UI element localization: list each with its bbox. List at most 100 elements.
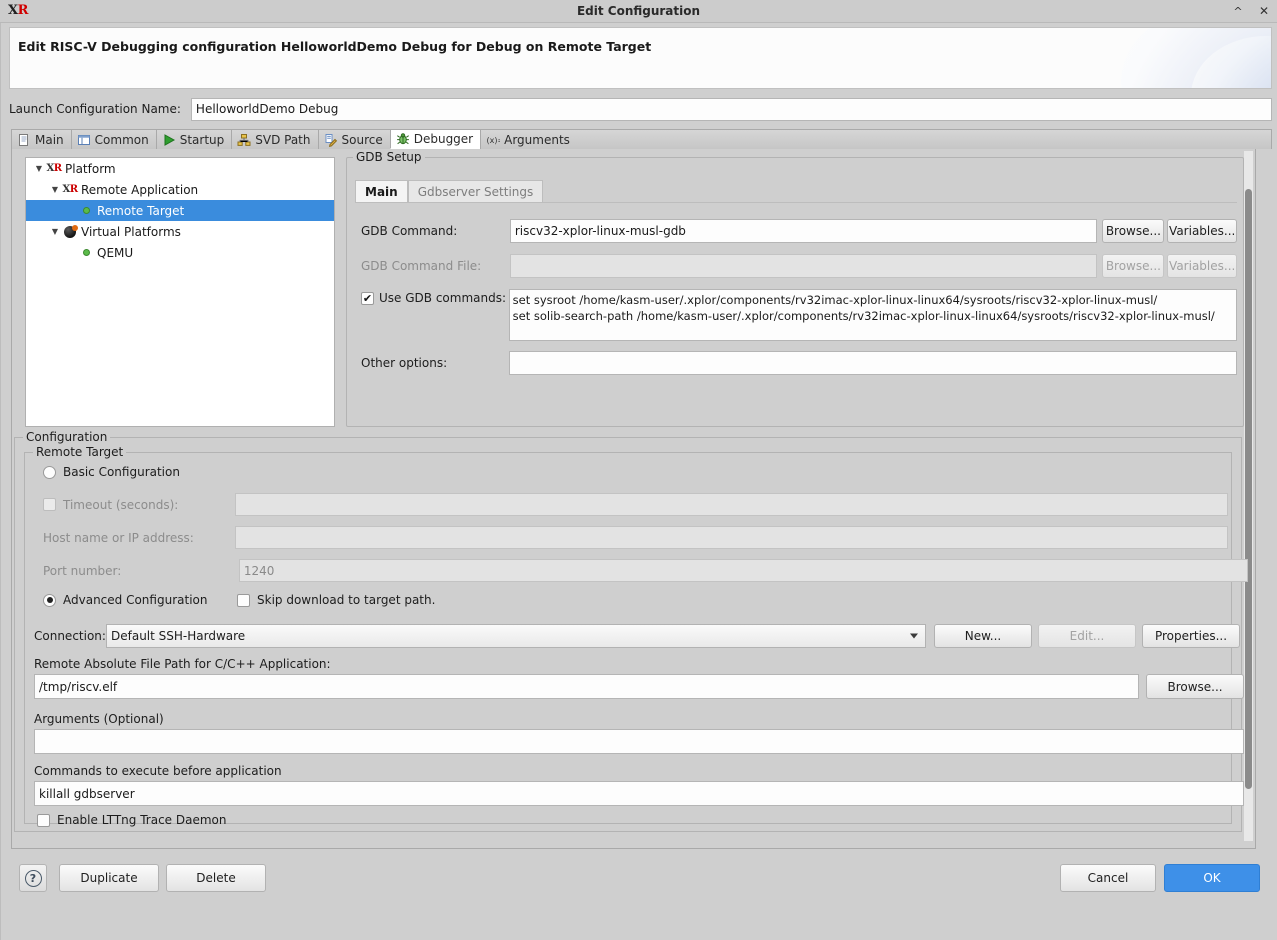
ok-button[interactable]: OK [1164,864,1260,892]
connection-combo[interactable]: Default SSH-Hardware [106,624,926,648]
chevron-down-icon[interactable]: ▼ [48,227,62,236]
tab-arguments[interactable]: (x)= Arguments [480,129,577,149]
arguments-label: Arguments (Optional) [34,712,164,726]
host-name-label: Host name or IP address: [43,530,194,545]
launch-configuration-name-input[interactable]: HelloworldDemo Debug [190,97,1272,121]
banner-title: Edit RISC-V Debugging configuration Hell… [18,39,652,54]
tree-item-remote-target-label: Remote Target [97,203,185,218]
basic-configuration-radio[interactable] [43,465,56,479]
port-number-row: Port number: 1240 [43,559,1248,582]
chevron-down-icon[interactable]: ▼ [32,164,46,173]
tree-item-virtual-platforms[interactable]: ▼ Virtual Platforms [26,221,334,242]
platform-tree[interactable]: ▼ XR Platform ▼ XR Remote Application Re… [25,157,335,427]
lttng-row[interactable]: Enable LTTng Trace Daemon [37,813,226,827]
configuration-tabs: Main Common Startup SVD Path Source Debu… [11,128,1272,149]
green-dot-icon [78,207,94,214]
gdb-command-browse-button[interactable]: Browse... [1102,219,1165,243]
minimize-icon[interactable]: ^ [1231,0,1245,23]
close-icon[interactable]: ✕ [1257,0,1271,23]
gdb-tab-gdbserver-settings[interactable]: Gdbserver Settings [407,180,544,202]
tree-item-platform-label: Platform [65,161,116,176]
content-scrollbar[interactable] [1244,151,1253,841]
debugger-tab-panel: ▼ XR Platform ▼ XR Remote Application Re… [11,149,1256,849]
tab-startup[interactable]: Startup [155,129,232,149]
connection-edit-button[interactable]: Edit... [1038,624,1136,648]
tab-debugger-label: Debugger [413,132,474,146]
other-options-label: Other options: [361,356,448,370]
gdb-command-input[interactable]: riscv32-xplor-linux-musl-gdb [509,219,1098,243]
other-options-input[interactable] [508,351,1237,375]
content-scrollbar-thumb[interactable] [1245,189,1252,789]
use-gdb-commands-check-group[interactable]: ✔ Use GDB commands: [361,289,509,305]
timeout-checkbox[interactable] [43,498,56,511]
gdb-commands-textarea[interactable]: set sysroot /home/kasm-user/.xplor/compo… [508,289,1237,341]
lttng-checkbox[interactable] [37,813,50,827]
tab-svd-path-label: SVD Path [255,132,311,147]
use-gdb-commands-checkbox[interactable]: ✔ [361,291,374,305]
gdb-command-file-row: GDB Command File: Browse... Variables... [361,254,1237,278]
remote-path-input[interactable]: /tmp/riscv.elf [34,674,1140,699]
tree-item-remote-application[interactable]: ▼ XR Remote Application [26,179,334,200]
tab-main[interactable]: Main [11,129,71,149]
arguments-input[interactable] [34,729,1244,754]
network-icon [237,133,251,147]
port-number-label: Port number: [43,563,122,578]
use-gdb-commands-label: Use GDB commands: [379,291,507,305]
configuration-group: Configuration Remote Target Basic Config… [14,430,1248,832]
advanced-configuration-label: Advanced Configuration [63,593,208,607]
connection-new-button[interactable]: New... [934,624,1032,648]
window-controls: ^ ✕ [1231,0,1271,23]
gdb-setup-group: GDB Setup Main Gdbserver Settings GDB Co… [346,150,1244,427]
configuration-group-title: Configuration [23,430,111,444]
gdb-command-file-variables-button[interactable]: Variables... [1167,254,1237,278]
cancel-button[interactable]: Cancel [1060,864,1156,892]
timeout-row: Timeout (seconds): [43,493,1228,516]
gdb-command-variables-button[interactable]: Variables... [1167,219,1237,243]
gdb-main-panel: GDB Command: riscv32-xplor-linux-musl-gd… [355,203,1237,419]
connection-row: Connection: Default SSH-Hardware New... … [34,624,1244,648]
edit-configuration-dialog: XR Edit Configuration ^ ✕ Edit RISC-V De… [0,0,1277,940]
duplicate-button[interactable]: Duplicate [59,864,159,892]
gdb-tab-main-label: Main [365,184,398,199]
timeout-input[interactable] [235,493,1228,516]
tab-svd-path[interactable]: SVD Path [231,129,318,149]
chevron-down-icon[interactable] [910,633,918,639]
tab-source[interactable]: Source [317,129,390,149]
tree-item-qemu-label: QEMU [97,245,134,260]
tree-item-remote-target[interactable]: Remote Target [26,200,334,221]
gdb-command-file-input[interactable] [509,254,1098,278]
host-name-input[interactable] [234,526,1228,549]
skip-download-checkbox[interactable] [237,593,250,607]
dialog-footer: ? Duplicate Delete Cancel OK [1,850,1277,940]
advanced-configuration-radio-row[interactable]: Advanced Configuration [43,593,207,607]
green-dot-icon [78,249,94,256]
tab-debugger[interactable]: Debugger [389,129,481,149]
tab-source-label: Source [341,132,383,147]
basic-configuration-radio-row[interactable]: Basic Configuration [43,465,180,479]
chevron-down-icon[interactable]: ▼ [48,185,62,194]
gdb-command-file-browse-button[interactable]: Browse... [1102,254,1165,278]
tree-item-platform[interactable]: ▼ XR Platform [26,158,334,179]
advanced-configuration-radio[interactable] [43,593,56,607]
host-name-row: Host name or IP address: [43,526,1228,549]
help-button[interactable]: ? [19,864,47,892]
qemu-icon [62,224,78,238]
gdb-tab-main[interactable]: Main [355,180,408,202]
remote-path-browse-button[interactable]: Browse... [1146,674,1244,699]
tree-item-qemu[interactable]: QEMU [26,242,334,263]
tab-common[interactable]: Common [70,129,156,149]
xr-icon: XR [62,184,78,195]
basic-configuration-label: Basic Configuration [63,465,180,479]
tree-item-remote-application-label: Remote Application [81,182,199,197]
window-titlebar: XR Edit Configuration ^ ✕ [0,0,1277,23]
tab-startup-label: Startup [179,132,225,147]
skip-download-label: Skip download to target path. [257,593,436,607]
delete-button[interactable]: Delete [166,864,266,892]
connection-label: Connection: [34,629,106,643]
port-number-input[interactable]: 1240 [238,559,1248,582]
connection-properties-button[interactable]: Properties... [1142,624,1240,648]
use-gdb-commands-row: ✔ Use GDB commands: set sysroot /home/ka… [361,289,1237,341]
commands-before-input[interactable]: killall gdbserver [34,781,1244,806]
tab-common-label: Common [94,132,149,147]
skip-download-row[interactable]: Skip download to target path. [237,593,435,607]
